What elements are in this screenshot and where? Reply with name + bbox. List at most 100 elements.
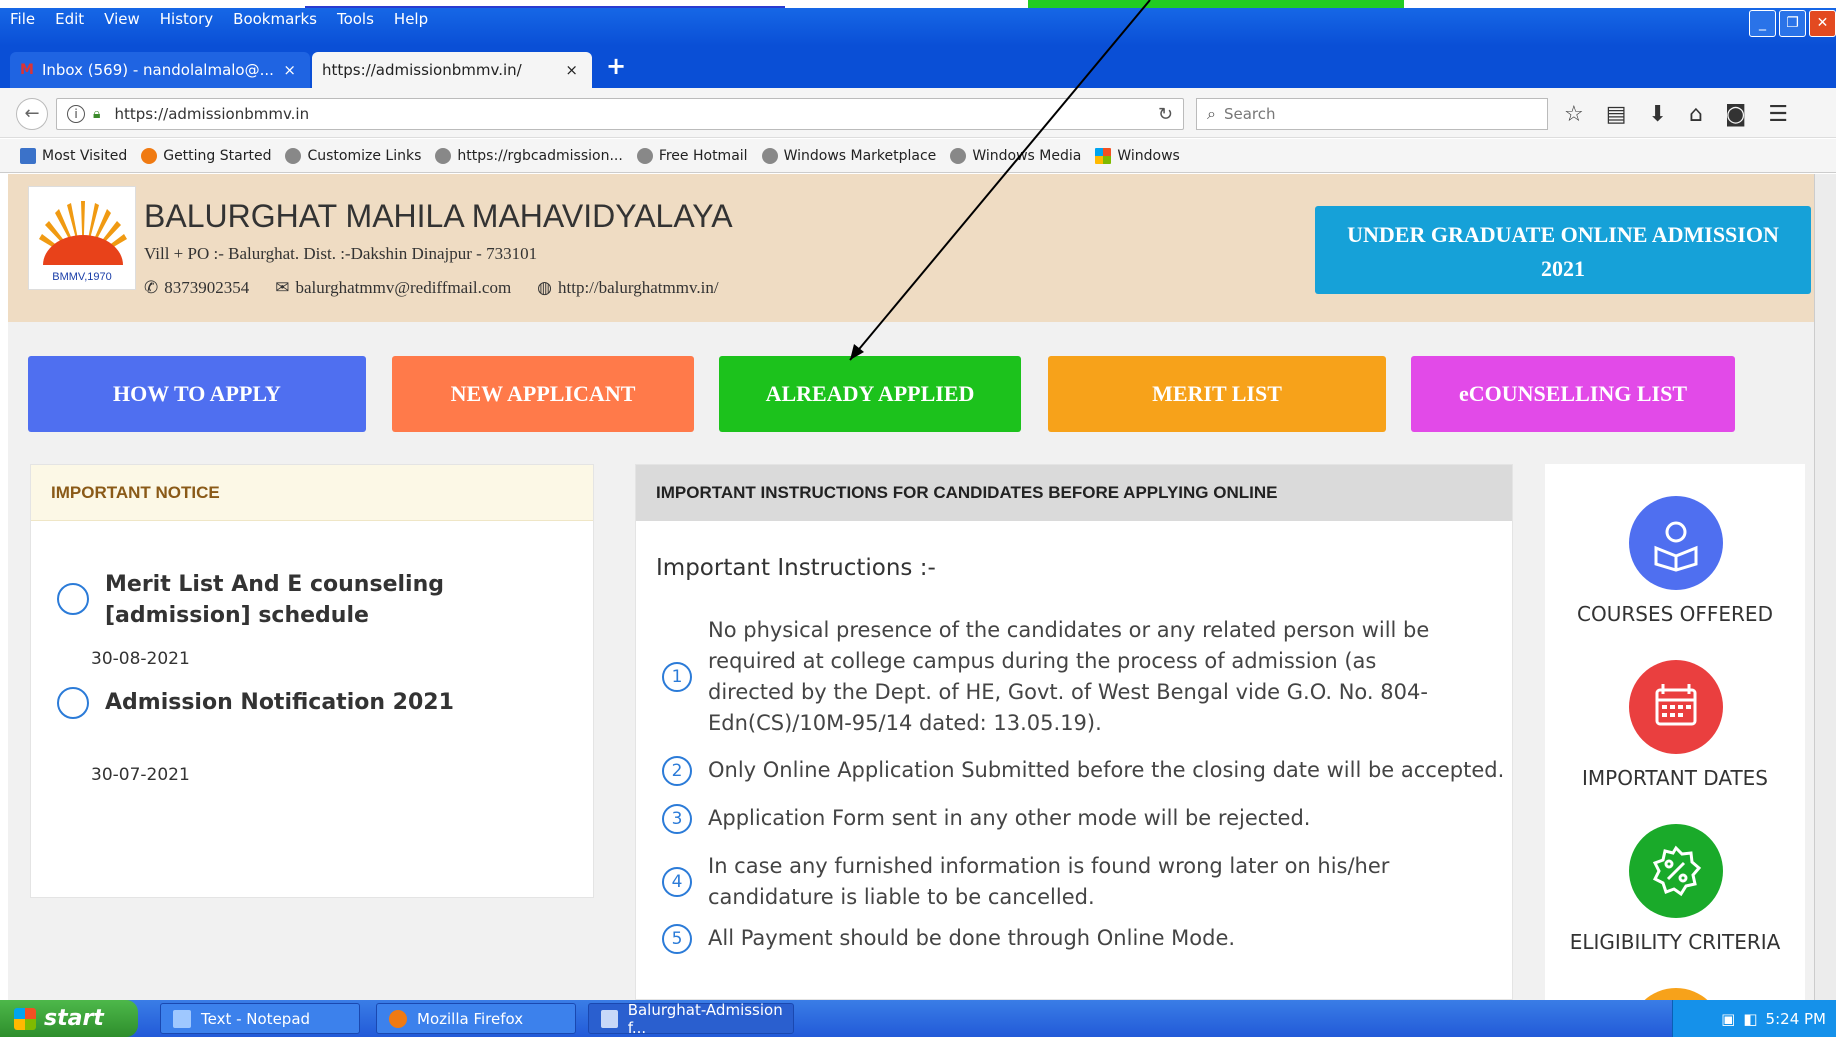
logo-caption: BMMV,1970: [52, 271, 112, 283]
pocket-icon[interactable]: ◙: [1725, 102, 1746, 127]
bookmark-windows-media[interactable]: Windows Media: [950, 147, 1081, 164]
bookmark-windows-marketplace[interactable]: Windows Marketplace: [761, 147, 936, 164]
menu-tools[interactable]: Tools: [337, 10, 374, 36]
reload-icon[interactable]: ↻: [1158, 104, 1173, 125]
globe-icon: [950, 147, 967, 164]
important-dates-link[interactable]: IMPORTANT DATES: [1545, 766, 1805, 790]
firefox-icon: [141, 147, 158, 164]
bookmark-star-icon[interactable]: ☆: [1564, 102, 1584, 127]
reader-icon[interactable]: [1629, 496, 1723, 590]
globe-icon: ◍: [537, 278, 553, 297]
windows-logo-icon: [1095, 147, 1112, 164]
windows-taskbar: start Text - Notepad Mozilla Firefox Bal…: [0, 1000, 1836, 1037]
calendar-icon[interactable]: [1629, 660, 1723, 754]
globe-icon: [761, 147, 778, 164]
website-url: http://balurghatmmv.in/: [558, 278, 719, 297]
instruction-text: Only Online Application Submitted before…: [708, 758, 1505, 782]
bookmark-label: Customize Links: [307, 147, 422, 164]
task-label: Mozilla Firefox: [417, 1009, 524, 1028]
partial-link-icon[interactable]: [1629, 988, 1723, 1000]
ug-admission-banner[interactable]: UNDER GRADUATE ONLINE ADMISSION 2021: [1315, 206, 1811, 294]
instruction-number-icon: 2: [662, 755, 692, 786]
bookmark-rgbc[interactable]: https://rgbcadmission...: [435, 147, 623, 164]
menu-help[interactable]: Help: [394, 10, 428, 36]
download-icon[interactable]: ⬇: [1649, 102, 1667, 127]
bookmark-label: Getting Started: [163, 147, 272, 164]
close-window-button[interactable]: ✕: [1809, 10, 1836, 37]
bookmark-windows[interactable]: Windows: [1095, 147, 1180, 164]
already-applied-button[interactable]: ALREADY APPLIED: [719, 356, 1021, 432]
website-contact: ◍ http://balurghatmmv.in/: [537, 278, 718, 298]
notepad-icon: [173, 1009, 191, 1028]
bookmark-free-hotmail[interactable]: Free Hotmail: [636, 147, 748, 164]
address-bar[interactable]: i 🔒︎ https://admissionbmmv.in ↻: [56, 98, 1184, 130]
url-text[interactable]: https://admissionbmmv.in: [114, 105, 309, 123]
new-tab-button[interactable]: +: [606, 52, 626, 80]
hamburger-menu-icon[interactable]: ☰: [1768, 102, 1788, 127]
phone-number: 8373902354: [164, 278, 250, 297]
tab-gmail[interactable]: M Inbox (569) - nandolalmalo@... ×: [10, 52, 310, 88]
bookmark-getting-started[interactable]: Getting Started: [141, 147, 272, 164]
clock[interactable]: 5:24 PM: [1766, 1010, 1826, 1028]
eligibility-criteria-link[interactable]: ELIGIBILITY CRITERIA: [1545, 930, 1805, 954]
instruction-text: All Payment should be done through Onlin…: [708, 926, 1236, 950]
system-tray: ▣ ◧ 5:24 PM: [1672, 1000, 1836, 1037]
banner-line-1: UNDER GRADUATE ONLINE ADMISSION: [1347, 222, 1779, 247]
menu-file[interactable]: File: [10, 10, 35, 36]
banner-line-2: 2021: [1541, 256, 1585, 281]
tab-close-icon[interactable]: ×: [283, 61, 296, 79]
instruction-item: 4 In case any furnished information is f…: [662, 851, 1428, 913]
info-icon[interactable]: i: [67, 105, 85, 123]
tab-label: Inbox (569) - nandolalmalo@...: [41, 61, 274, 79]
taskbar-item-firefox[interactable]: Mozilla Firefox: [376, 1003, 576, 1034]
network-icon[interactable]: ▣: [1721, 1010, 1735, 1028]
bookmark-most-visited[interactable]: Most Visited: [20, 147, 127, 164]
instruction-item: 2 Only Online Application Submitted befo…: [662, 755, 1504, 786]
sunrise-logo-icon: [39, 201, 127, 265]
page-scrollbar[interactable]: [1814, 174, 1836, 1000]
minimize-button[interactable]: _: [1749, 10, 1776, 37]
instruction-number-icon: 3: [662, 803, 692, 834]
how-to-apply-button[interactable]: HOW TO APPLY: [28, 356, 366, 432]
globe-icon: [435, 147, 452, 164]
ecounselling-list-button[interactable]: eCOUNSELLING LIST: [1411, 356, 1735, 432]
start-button[interactable]: start: [0, 1000, 138, 1037]
tab-close-icon[interactable]: ×: [565, 61, 578, 79]
courses-offered-link[interactable]: COURSES OFFERED: [1545, 602, 1805, 626]
notice-item[interactable]: Merit List And E counseling [admission] …: [57, 569, 545, 631]
top-strip: [0, 0, 1836, 8]
notice-title[interactable]: Merit List And E counseling [admission] …: [105, 569, 545, 631]
green-highlight-fragment: [1028, 0, 1404, 8]
search-input[interactable]: ⌕ Search: [1196, 98, 1548, 130]
percent-badge-icon[interactable]: [1629, 824, 1723, 918]
college-name: BALURGHAT MAHILA MAHAVIDYALAYA: [144, 198, 733, 234]
notice-radio-icon: [57, 583, 89, 615]
restore-button[interactable]: ❐: [1779, 10, 1806, 37]
volume-icon[interactable]: ◧: [1743, 1010, 1757, 1028]
menu-edit[interactable]: Edit: [55, 10, 84, 36]
instructions-title: Important Instructions :-: [656, 555, 936, 581]
bookmark-customize-links[interactable]: Customize Links: [285, 147, 422, 164]
windows-flag-icon: [14, 1007, 36, 1030]
tab-admission[interactable]: https://admissionbmmv.in/ ×: [312, 52, 592, 88]
reading-list-icon[interactable]: ▤: [1606, 102, 1627, 127]
tab-label: https://admissionbmmv.in/: [322, 61, 522, 79]
bookmark-label: Windows: [1117, 147, 1180, 164]
back-button[interactable]: ←: [16, 98, 48, 130]
taskbar-item-document[interactable]: Balurghat-Admission f...: [588, 1001, 794, 1037]
lock-icon: 🔒︎: [93, 106, 101, 122]
merit-list-button[interactable]: MERIT LIST: [1048, 356, 1386, 432]
menu-view[interactable]: View: [104, 10, 140, 36]
menu-history[interactable]: History: [160, 10, 213, 36]
notice-title[interactable]: Admission Notification 2021: [105, 687, 454, 719]
globe-icon: [285, 147, 302, 164]
notice-date: 30-08-2021: [91, 649, 190, 669]
home-icon[interactable]: ⌂: [1689, 102, 1703, 127]
notice-item[interactable]: Admission Notification 2021: [57, 687, 454, 719]
menu-bookmarks[interactable]: Bookmarks: [233, 10, 317, 36]
taskbar-item-notepad[interactable]: Text - Notepad: [160, 1003, 360, 1034]
search-icon: ⌕: [1207, 104, 1216, 123]
new-applicant-button[interactable]: NEW APPLICANT: [392, 356, 694, 432]
task-label: Text - Notepad: [201, 1009, 311, 1028]
window-controls: _ ❐ ✕: [1749, 10, 1836, 37]
